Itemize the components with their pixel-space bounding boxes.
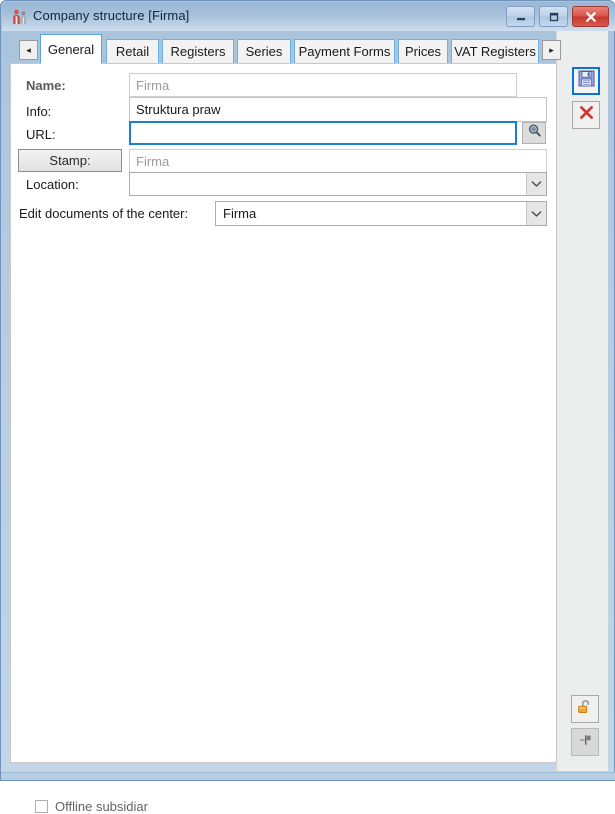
- tab-vat-registers[interactable]: VAT Registers: [451, 39, 539, 64]
- location-select[interactable]: [129, 172, 547, 196]
- window-title: Company structure [Firma]: [33, 8, 190, 23]
- tab-label: VAT Registers: [454, 44, 536, 59]
- info-label: Info:: [26, 104, 52, 119]
- title-bar: Company structure [Firma]: [2, 2, 615, 31]
- tab-retail[interactable]: Retail: [106, 39, 159, 64]
- minimize-button[interactable]: [506, 6, 535, 27]
- name-input[interactable]: Firma: [129, 73, 517, 97]
- location-label: Location:: [26, 177, 79, 192]
- offline-subsidiary-checkbox[interactable]: Offline subsidiar: [35, 799, 155, 814]
- stamp-input[interactable]: Firma: [129, 149, 547, 173]
- tab-label: Registers: [170, 44, 226, 59]
- tab-label: Retail: [115, 44, 150, 59]
- stamp-button[interactable]: Stamp:: [18, 149, 122, 172]
- url-browse-button[interactable]: [522, 122, 546, 144]
- maximize-icon: [540, 7, 567, 26]
- checkbox-box[interactable]: [35, 800, 48, 813]
- url-label: URL:: [26, 127, 56, 142]
- red-x-icon: [578, 104, 595, 126]
- maximize-button[interactable]: [539, 6, 568, 27]
- tab-scroll-right-button[interactable]: ▸: [542, 40, 561, 60]
- tab-general[interactable]: General: [40, 34, 102, 64]
- right-toolbar: [556, 31, 608, 771]
- chevron-right-icon: ▸: [549, 44, 554, 55]
- tab-bar: ◂ General Retail Registers Series Paymen…: [10, 32, 561, 65]
- close-button[interactable]: [572, 6, 609, 27]
- flag-button[interactable]: [571, 728, 599, 756]
- edit-documents-select[interactable]: Firma: [215, 201, 547, 226]
- flag-icon: [577, 732, 593, 753]
- chevron-down-icon[interactable]: [526, 173, 546, 195]
- minimize-icon: [507, 7, 534, 26]
- tab-label: Series: [245, 44, 283, 59]
- tab-series[interactable]: Series: [237, 39, 291, 64]
- tab-registers[interactable]: Registers: [162, 39, 234, 64]
- tab-payment-forms[interactable]: Payment Forms: [294, 39, 395, 64]
- info-input[interactable]: Struktura praw: [129, 97, 547, 122]
- open-padlock-icon: [576, 698, 594, 721]
- tab-label: Prices: [404, 44, 442, 59]
- application-window: Company structure [Firma] ◂ General Reta…: [0, 0, 615, 814]
- unlock-button[interactable]: [571, 695, 599, 723]
- users-icon: [11, 8, 29, 26]
- tab-label: General: [47, 41, 95, 57]
- url-input[interactable]: [129, 121, 517, 145]
- close-icon: [573, 7, 608, 26]
- edit-documents-label: Edit documents of the center:: [19, 206, 189, 221]
- general-tab-panel: Name: Firma Info: Struktura praw URL: St…: [10, 63, 557, 814]
- magnifier-icon: [527, 123, 542, 143]
- tab-prices[interactable]: Prices: [398, 39, 448, 64]
- tab-scroll-left-button[interactable]: ◂: [19, 40, 38, 60]
- edit-documents-value: Firma: [223, 206, 257, 221]
- floppy-disk-icon: [578, 70, 595, 92]
- save-button[interactable]: [572, 67, 600, 95]
- tab-label: Payment Forms: [298, 44, 391, 59]
- stamp-button-label: Stamp:: [49, 153, 91, 168]
- cancel-button[interactable]: [572, 101, 600, 129]
- chevron-left-icon: ◂: [26, 44, 31, 55]
- chevron-down-icon[interactable]: [526, 202, 546, 225]
- offline-subsidiary-label: Offline subsidiar: [55, 799, 148, 814]
- window-bottom-edge: [1, 772, 615, 780]
- name-label: Name:: [26, 78, 66, 93]
